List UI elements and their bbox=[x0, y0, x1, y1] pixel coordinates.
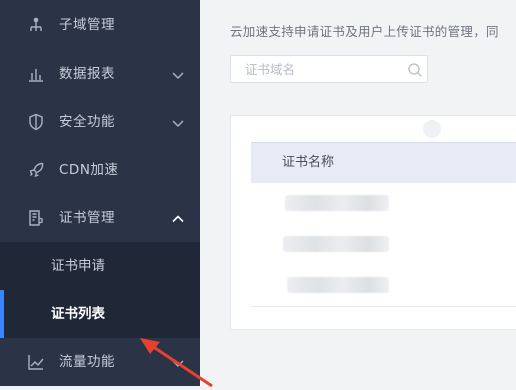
table-row[interactable] bbox=[251, 224, 516, 266]
certificate-table-card: 证书名称 bbox=[230, 115, 516, 330]
submenu-item-label: 证书列表 bbox=[51, 306, 105, 322]
chevron-up-icon[interactable] bbox=[171, 211, 185, 225]
search-input[interactable] bbox=[245, 60, 395, 78]
certificate-submenu: 证书申请 证书列表 bbox=[0, 242, 200, 338]
active-indicator bbox=[0, 290, 4, 338]
sidebar-item-label: 流量功能 bbox=[59, 354, 115, 370]
redacted-cell bbox=[287, 277, 389, 293]
redacted-cell bbox=[283, 236, 389, 252]
table-row[interactable] bbox=[251, 265, 516, 307]
sidebar-item-subdomain[interactable]: 子域管理 bbox=[0, 1, 200, 49]
sidebar-item-data-report[interactable]: 数据报表 bbox=[0, 50, 200, 98]
decorative-dot bbox=[423, 120, 441, 138]
chevron-down-icon[interactable] bbox=[171, 67, 185, 81]
page-description: 云加速支持申请证书及用户上传证书的管理，同 bbox=[230, 24, 499, 39]
sidebar-item-label: 子域管理 bbox=[59, 17, 115, 33]
subdomain-tree-icon bbox=[26, 15, 46, 35]
sidebar-item-security[interactable]: 安全功能 bbox=[0, 98, 200, 146]
sidebar-item-label: CDN加速 bbox=[59, 162, 119, 178]
bar-chart-icon bbox=[26, 64, 46, 84]
main-content: 云加速支持申请证书及用户上传证书的管理，同 证书名称 bbox=[200, 0, 516, 386]
sidebar: 子域管理 数据报表 安全功能 CDN加速 证书管理 证书申请 证书列表 流量功能 bbox=[0, 0, 200, 386]
sidebar-item-label: 证书管理 bbox=[59, 210, 115, 226]
sidebar-item-certificates[interactable]: 证书管理 bbox=[0, 194, 200, 242]
table-row[interactable] bbox=[251, 183, 516, 225]
sidebar-item-cdn[interactable]: CDN加速 bbox=[0, 146, 200, 194]
traffic-chart-icon bbox=[26, 352, 46, 372]
red-arrow-icon bbox=[140, 338, 213, 388]
redacted-cell bbox=[285, 195, 389, 211]
chevron-down-icon[interactable] bbox=[171, 115, 185, 129]
certificate-icon bbox=[26, 208, 46, 228]
certificate-search[interactable] bbox=[230, 55, 428, 83]
shield-icon bbox=[26, 112, 46, 132]
search-icon[interactable] bbox=[407, 62, 423, 78]
submenu-item-cert-apply[interactable]: 证书申请 bbox=[0, 242, 200, 290]
submenu-item-label: 证书申请 bbox=[51, 258, 105, 274]
column-header-cert-name: 证书名称 bbox=[282, 155, 335, 170]
sidebar-item-label: 数据报表 bbox=[59, 66, 115, 82]
rocket-icon bbox=[26, 160, 46, 180]
sidebar-item-label: 安全功能 bbox=[59, 114, 115, 130]
table-header: 证书名称 bbox=[251, 142, 516, 183]
